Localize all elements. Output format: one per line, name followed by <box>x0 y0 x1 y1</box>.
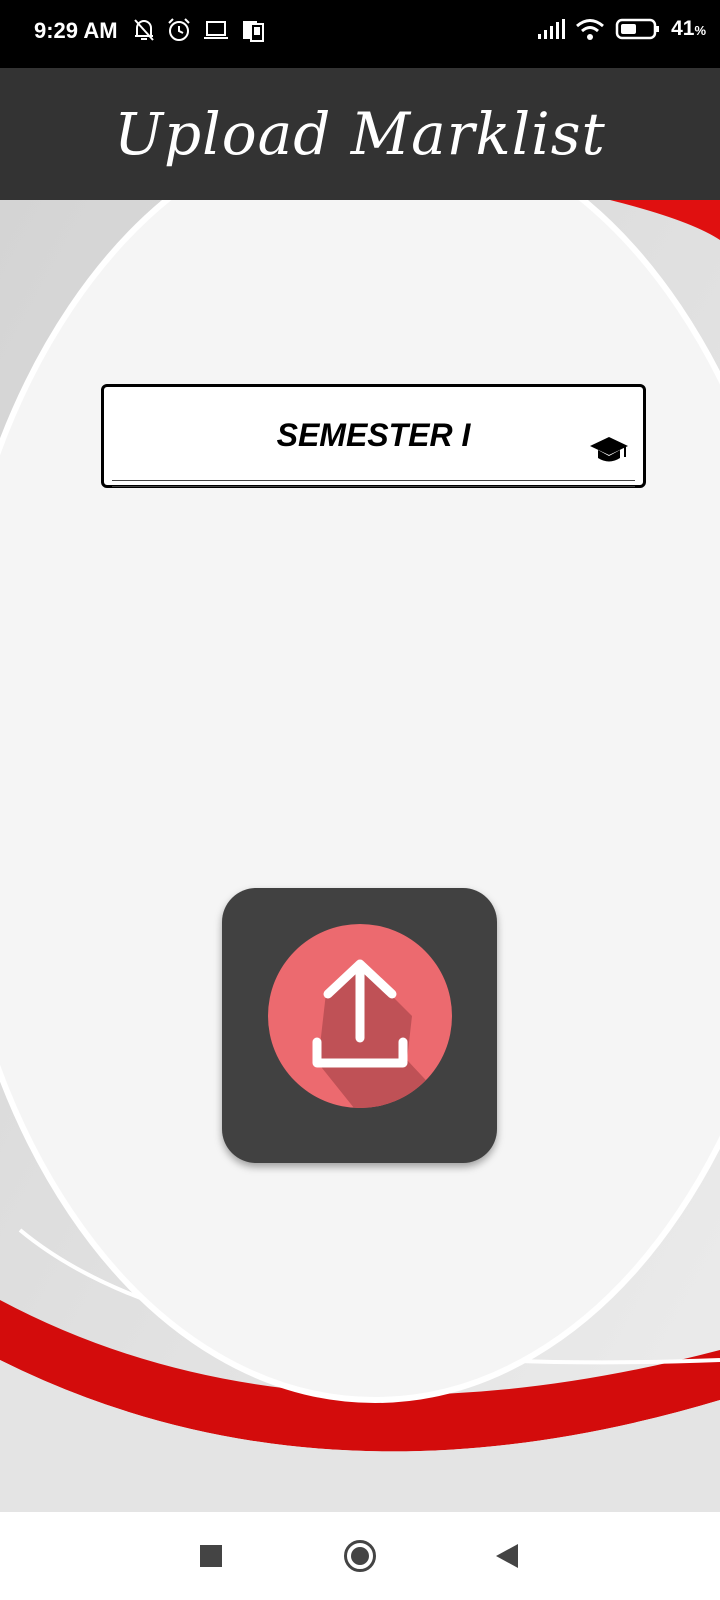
system-nav-bar <box>0 1512 720 1600</box>
semester-selector[interactable]: SEMESTER I <box>101 384 646 488</box>
back-button[interactable] <box>496 1544 518 1568</box>
battery-percent: 41% <box>671 17 706 40</box>
phone-icon <box>243 21 264 42</box>
page-title: Upload Marklist <box>114 100 606 168</box>
status-icons-right: 41% <box>537 17 706 41</box>
status-bar: 9:29 AM 41% <box>0 0 720 68</box>
signal-icon <box>538 19 566 39</box>
laptop-icon <box>204 21 228 39</box>
bell-off-icon <box>134 19 154 41</box>
wifi-icon <box>576 19 605 40</box>
recent-apps-button[interactable] <box>200 1545 222 1567</box>
upload-icon <box>268 924 452 1108</box>
alarm-icon <box>168 18 190 41</box>
battery-icon <box>615 18 660 40</box>
main-content: SEMESTER I <box>0 200 720 1512</box>
status-time: 9:29 AM <box>34 18 118 43</box>
upload-button[interactable] <box>222 888 497 1163</box>
home-button[interactable] <box>344 1540 376 1572</box>
status-icons-left <box>132 17 266 43</box>
app-bar: Upload Marklist <box>0 68 720 200</box>
semester-label: SEMESTER I <box>276 417 471 453</box>
semester-underline <box>112 480 635 487</box>
graduation-cap-icon <box>590 437 628 462</box>
